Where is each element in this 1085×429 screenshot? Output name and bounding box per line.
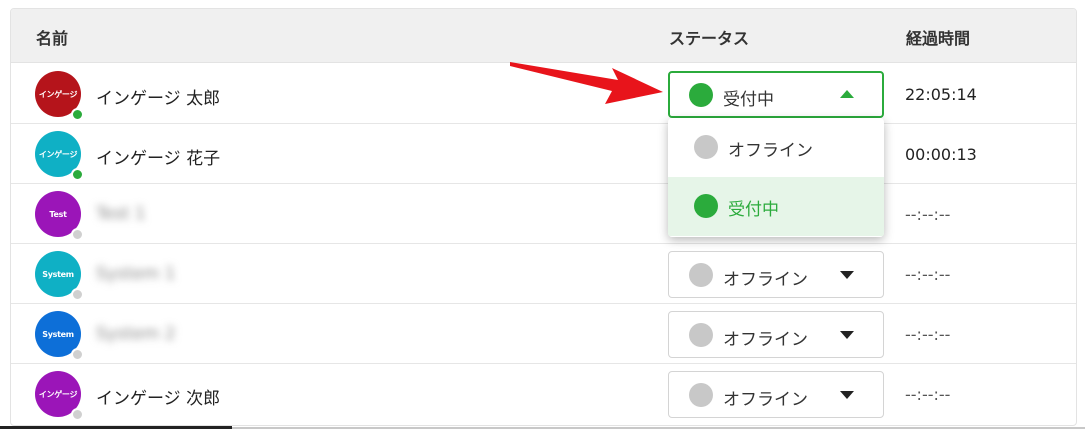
chevron-down-icon (840, 391, 854, 399)
status-select-value: 受付中 (723, 90, 774, 110)
user-name-blurred: Test 1 (96, 204, 146, 224)
status-select[interactable]: 受付中 (668, 71, 884, 118)
table-row: Test Test 1 --:--:-- (11, 184, 1076, 244)
option-label: 受付中 (728, 200, 779, 220)
chevron-up-icon (840, 90, 854, 98)
avatar-label: System (42, 329, 74, 339)
user-name: インゲージ 太郎 (96, 89, 221, 109)
status-dot-offline-icon (689, 383, 713, 407)
status-select[interactable]: オフライン (668, 311, 884, 358)
status-dropdown-menu: オフライン 受付中 (668, 118, 884, 237)
avatar-label: インゲージ (38, 149, 78, 159)
avatar-label: System (42, 269, 74, 279)
elapsed-time: --:--:-- (905, 205, 951, 224)
table-row: インゲージ インゲージ 次郎 オフライン --:--:-- (11, 364, 1076, 424)
user-name-blurred: System 1 (96, 264, 176, 284)
status-select-value: オフライン (723, 270, 808, 290)
avatar-label: Test (49, 209, 67, 219)
column-header-elapsed: 経過時間 (906, 29, 971, 48)
table-row: System System 2 オフライン --:--:-- (11, 304, 1076, 364)
user-name: インゲージ 次郎 (96, 389, 221, 409)
status-select[interactable]: オフライン (668, 251, 884, 298)
elapsed-time: --:--:-- (905, 385, 951, 404)
presence-dot-offline (71, 288, 84, 301)
table-row: System System 1 オフライン --:--:-- (11, 244, 1076, 304)
user-name: インゲージ 花子 (96, 149, 221, 169)
status-dot-online-icon (694, 194, 718, 218)
column-header-status: ステータス (669, 29, 750, 48)
option-label: オフライン (728, 141, 813, 161)
status-select-value: オフライン (723, 390, 808, 410)
table-row: インゲージ インゲージ 花子 00:00:13 (11, 124, 1076, 184)
annotation-arrow-icon (510, 62, 663, 104)
avatar-label: インゲージ (38, 89, 78, 99)
presence-dot-offline (71, 348, 84, 361)
status-dot-online-icon (689, 83, 713, 107)
elapsed-time: 22:05:14 (905, 85, 977, 104)
elapsed-time: 00:00:13 (905, 145, 977, 164)
column-header-name: 名前 (36, 29, 69, 48)
user-name-blurred: System 2 (96, 324, 176, 344)
status-dot-offline-icon (689, 323, 713, 347)
chevron-down-icon (840, 271, 854, 279)
table-header: 名前 ステータス 経過時間 (11, 9, 1076, 63)
status-dot-offline-icon (694, 135, 718, 159)
status-dot-offline-icon (689, 263, 713, 287)
chevron-down-icon (840, 331, 854, 339)
avatar-label: インゲージ (38, 389, 78, 399)
status-option-offline[interactable]: オフライン (668, 118, 884, 177)
presence-dot-offline (71, 228, 84, 241)
status-option-accepting[interactable]: 受付中 (668, 177, 884, 236)
status-select[interactable]: オフライン (668, 371, 884, 418)
status-select-value: オフライン (723, 330, 808, 350)
presence-dot-online (71, 168, 84, 181)
presence-dot-offline (71, 408, 84, 421)
presence-dot-online (71, 108, 84, 121)
elapsed-time: --:--:-- (905, 265, 951, 284)
elapsed-time: --:--:-- (905, 325, 951, 344)
